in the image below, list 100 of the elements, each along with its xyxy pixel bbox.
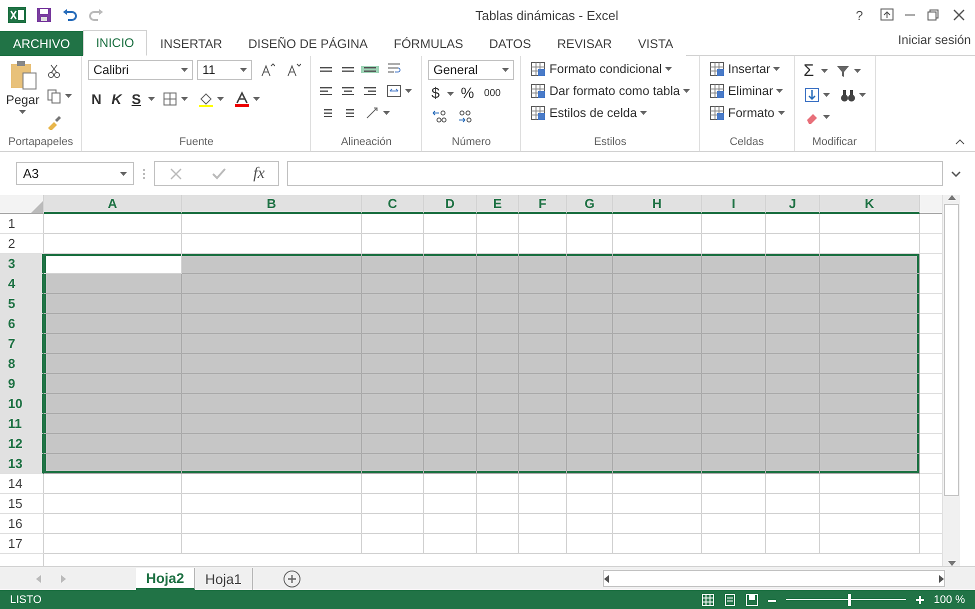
row-header[interactable]: 16 bbox=[0, 514, 44, 534]
cell[interactable] bbox=[519, 534, 567, 554]
column-header[interactable]: B bbox=[182, 195, 362, 214]
cell[interactable] bbox=[477, 214, 519, 234]
cell[interactable] bbox=[44, 254, 182, 274]
cell[interactable] bbox=[519, 234, 567, 254]
cell[interactable] bbox=[613, 414, 702, 434]
cell[interactable] bbox=[820, 314, 920, 334]
cell[interactable] bbox=[613, 434, 702, 454]
horizontal-scrollbar[interactable] bbox=[603, 570, 945, 587]
cell[interactable] bbox=[182, 254, 362, 274]
row-header[interactable]: 12 bbox=[0, 434, 44, 454]
cell[interactable] bbox=[182, 414, 362, 434]
cell[interactable] bbox=[362, 534, 424, 554]
row-header[interactable]: 4 bbox=[0, 274, 44, 294]
cell[interactable] bbox=[424, 534, 477, 554]
cell[interactable] bbox=[182, 314, 362, 334]
cell[interactable] bbox=[182, 294, 362, 314]
cell[interactable] bbox=[424, 234, 477, 254]
cell[interactable] bbox=[362, 494, 424, 514]
cell[interactable] bbox=[702, 334, 766, 354]
cell[interactable] bbox=[477, 254, 519, 274]
cell[interactable] bbox=[182, 234, 362, 254]
cell[interactable] bbox=[702, 434, 766, 454]
cell[interactable] bbox=[424, 514, 477, 534]
cell[interactable] bbox=[820, 454, 920, 474]
cell[interactable] bbox=[702, 214, 766, 234]
thousands-button[interactable]: 000 bbox=[481, 87, 504, 100]
cell[interactable] bbox=[820, 474, 920, 494]
cell[interactable] bbox=[44, 414, 182, 434]
cell[interactable] bbox=[519, 314, 567, 334]
cell[interactable] bbox=[702, 474, 766, 494]
cell[interactable] bbox=[702, 314, 766, 334]
currency-button[interactable]: $ bbox=[428, 84, 443, 103]
row-header[interactable]: 5 bbox=[0, 294, 44, 314]
cell[interactable] bbox=[766, 294, 820, 314]
cell[interactable] bbox=[613, 214, 702, 234]
cell[interactable] bbox=[519, 274, 567, 294]
cell[interactable] bbox=[44, 234, 182, 254]
zoom-percent[interactable]: 100 % bbox=[934, 594, 965, 606]
font-field[interactable]: Calibri bbox=[88, 60, 194, 80]
cell[interactable] bbox=[766, 354, 820, 374]
cell[interactable] bbox=[567, 254, 613, 274]
cell[interactable] bbox=[362, 294, 424, 314]
sign-in-link[interactable]: Iniciar sesión bbox=[894, 33, 975, 52]
row-header[interactable]: 9 bbox=[0, 374, 44, 394]
cell[interactable] bbox=[820, 294, 920, 314]
ribbon-command[interactable]: Formato bbox=[706, 104, 788, 122]
column-header[interactable]: C bbox=[362, 195, 424, 214]
cell[interactable] bbox=[477, 334, 519, 354]
cell[interactable] bbox=[702, 274, 766, 294]
cell[interactable] bbox=[766, 334, 820, 354]
cell[interactable] bbox=[766, 314, 820, 334]
cell[interactable] bbox=[477, 474, 519, 494]
cell[interactable] bbox=[766, 374, 820, 394]
cell[interactable] bbox=[613, 374, 702, 394]
ribbon-tab[interactable]: ARCHIVO bbox=[0, 31, 83, 56]
cell[interactable] bbox=[477, 394, 519, 414]
cell[interactable] bbox=[613, 474, 702, 494]
cell[interactable] bbox=[519, 394, 567, 414]
cell[interactable] bbox=[702, 254, 766, 274]
cell[interactable] bbox=[613, 294, 702, 314]
cell[interactable] bbox=[766, 494, 820, 514]
cell[interactable] bbox=[613, 494, 702, 514]
cell[interactable] bbox=[702, 494, 766, 514]
cell[interactable] bbox=[702, 454, 766, 474]
cell[interactable] bbox=[182, 534, 362, 554]
zoom-slider-thumb[interactable] bbox=[848, 594, 852, 606]
cell[interactable] bbox=[182, 214, 362, 234]
column-header[interactable]: E bbox=[477, 195, 519, 214]
row-header[interactable]: 10 bbox=[0, 394, 44, 414]
cell[interactable] bbox=[477, 454, 519, 474]
cell[interactable] bbox=[567, 434, 613, 454]
cell[interactable] bbox=[820, 334, 920, 354]
cell[interactable] bbox=[519, 374, 567, 394]
cell[interactable] bbox=[362, 234, 424, 254]
cell[interactable] bbox=[820, 514, 920, 534]
cell[interactable] bbox=[613, 354, 702, 374]
cell[interactable] bbox=[820, 494, 920, 514]
cell[interactable] bbox=[477, 514, 519, 534]
cell[interactable] bbox=[477, 434, 519, 454]
cell[interactable] bbox=[820, 354, 920, 374]
cell[interactable] bbox=[567, 474, 613, 494]
cell[interactable] bbox=[182, 434, 362, 454]
cell[interactable] bbox=[567, 414, 613, 434]
cell[interactable] bbox=[477, 234, 519, 254]
bold-button[interactable]: N bbox=[88, 90, 104, 108]
cell[interactable] bbox=[362, 414, 424, 434]
vertical-align-button[interactable] bbox=[361, 66, 380, 72]
cell[interactable] bbox=[477, 274, 519, 294]
cell[interactable] bbox=[44, 214, 182, 234]
percent-button[interactable]: % bbox=[458, 84, 478, 103]
cell[interactable] bbox=[362, 514, 424, 534]
cell[interactable] bbox=[519, 514, 567, 534]
cell[interactable] bbox=[766, 454, 820, 474]
sheet-tab[interactable]: Hoja2 bbox=[136, 568, 196, 590]
cell[interactable] bbox=[44, 514, 182, 534]
cell[interactable] bbox=[613, 254, 702, 274]
cell[interactable] bbox=[766, 394, 820, 414]
cell[interactable] bbox=[766, 514, 820, 534]
